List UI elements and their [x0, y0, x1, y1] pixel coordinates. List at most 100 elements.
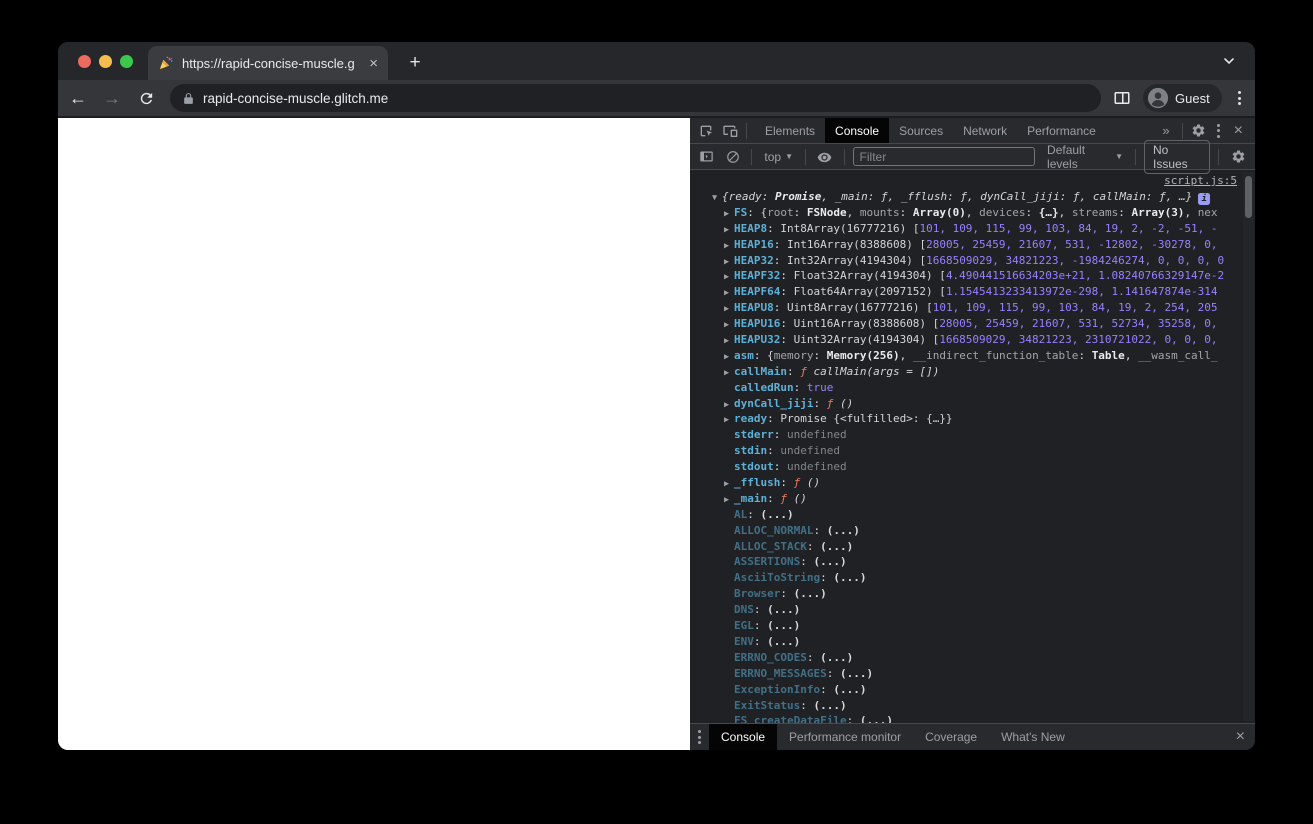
console-text-segment: _fflush — [734, 476, 781, 490]
expand-arrow-icon[interactable]: ▶ — [724, 398, 734, 412]
collapse-arrow-icon[interactable]: ▼ — [712, 191, 722, 205]
console-text-segment[interactable]: (...) — [833, 571, 866, 584]
devtools-tab-performance[interactable]: Performance — [1017, 118, 1106, 143]
console-row[interactable]: ▶ ready: Promise {<fulfilled>: {…}} — [690, 411, 1255, 427]
more-tabs-button[interactable]: » — [1154, 123, 1177, 138]
console-text-segment[interactable]: (...) — [767, 619, 800, 632]
forward-button[interactable]: → — [98, 84, 126, 112]
drawer-menu-icon[interactable] — [690, 730, 709, 744]
expand-arrow-icon[interactable]: ▶ — [724, 318, 734, 332]
console-settings-gear-icon[interactable] — [1227, 146, 1249, 168]
console-text-segment[interactable]: (...) — [813, 699, 846, 712]
expand-arrow-icon[interactable]: ▶ — [724, 207, 734, 221]
console-row[interactable]: ▶ HEAPF64: Float64Array(2097152) [1.15454… — [690, 284, 1255, 300]
close-window-button[interactable] — [78, 55, 91, 68]
console-text-segment[interactable]: (...) — [820, 540, 853, 553]
log-levels-dropdown[interactable]: Default levels ▼ — [1043, 143, 1127, 171]
console-text-segment[interactable]: (...) — [767, 635, 800, 648]
console-text-segment: root — [767, 205, 794, 219]
tab-strip: https://rapid-concise-muscle.g × + — [58, 42, 1255, 80]
clear-console-icon[interactable] — [722, 146, 744, 168]
console-row[interactable]: ▶ FS: {root: FSNode, mounts: Array(0), de… — [690, 205, 1255, 221]
tab-search-chevron-icon[interactable] — [1221, 53, 1237, 69]
console-scrollbar[interactable] — [1243, 172, 1254, 721]
drawer-tab-what-s-new[interactable]: What's New — [989, 724, 1077, 750]
expand-arrow-icon[interactable]: ▶ — [724, 286, 734, 300]
console-text-segment: ready — [734, 412, 768, 426]
drawer-tab-console[interactable]: Console — [709, 724, 778, 750]
devtools-menu-icon[interactable] — [1211, 123, 1226, 138]
devtools-tab-sources[interactable]: Sources — [889, 118, 953, 143]
expand-arrow-icon[interactable]: ▶ — [724, 223, 734, 237]
console-row[interactable]: ▶ HEAPU16: Uint16Array(8388608) [28005, 2… — [690, 316, 1255, 332]
source-location-link[interactable]: script.js:5 — [1164, 174, 1237, 187]
expand-arrow-icon[interactable]: ▶ — [724, 413, 734, 427]
console-row[interactable]: ▶ HEAP8: Int8Array(16777216) [101, 109, 1… — [690, 221, 1255, 237]
address-bar[interactable]: rapid-concise-muscle.glitch.me — [170, 84, 1101, 112]
devtools-settings-gear-icon[interactable] — [1187, 120, 1211, 142]
fullscreen-window-button[interactable] — [120, 55, 133, 68]
console-text-segment[interactable]: (...) — [767, 603, 800, 616]
minimize-window-button[interactable] — [99, 55, 112, 68]
expand-arrow-icon[interactable]: ▶ — [724, 255, 734, 269]
new-tab-button[interactable]: + — [402, 50, 428, 76]
expand-arrow-icon[interactable]: ▶ — [724, 493, 734, 507]
console-row[interactable]: ▶ HEAP32: Int32Array(4194304) [1668509029… — [690, 253, 1255, 269]
console-text-segment[interactable]: (...) — [813, 555, 846, 568]
console-text-segment[interactable]: (...) — [840, 667, 873, 680]
expand-arrow-icon[interactable]: ▶ — [724, 477, 734, 491]
expand-arrow-icon[interactable]: ▶ — [724, 350, 734, 364]
drawer-tab-coverage[interactable]: Coverage — [913, 724, 989, 750]
console-sidebar-icon[interactable] — [696, 146, 718, 168]
console-row[interactable]: ▶ callMain: ƒ callMain(args = []) — [690, 364, 1255, 380]
console-text-segment[interactable]: (...) — [833, 683, 866, 696]
devtools-tab-network[interactable]: Network — [953, 118, 1017, 143]
console-row[interactable]: ▶ HEAPF32: Float32Array(4194304) [4.49044… — [690, 268, 1255, 284]
live-expression-eye-icon[interactable] — [814, 146, 836, 168]
side-panel-icon[interactable] — [1113, 89, 1131, 107]
expand-arrow-icon[interactable]: ▶ — [724, 239, 734, 253]
devtools-close-icon[interactable]: × — [1226, 122, 1251, 140]
expand-arrow-icon[interactable]: ▶ — [724, 302, 734, 316]
no-issues-button[interactable]: No Issues — [1144, 139, 1211, 174]
console-row[interactable]: ▶ asm: {memory: Memory(256), __indirect_f… — [690, 348, 1255, 364]
reload-button[interactable] — [132, 84, 160, 112]
console-text-segment[interactable]: (...) — [761, 508, 794, 521]
console-row[interactable]: ▶ _fflush: ƒ () — [690, 475, 1255, 491]
console-row[interactable]: ▶ _main: ƒ () — [690, 491, 1255, 507]
expand-arrow-icon[interactable]: ▶ — [724, 366, 734, 380]
console-text-segment: ALLOC_STACK — [734, 539, 807, 553]
console-text-segment: _main — [734, 491, 768, 505]
expand-arrow-icon[interactable]: ▶ — [724, 270, 734, 284]
devtools-tab-console[interactable]: Console — [825, 118, 890, 143]
context-selector-dropdown[interactable]: top ▼ — [760, 150, 797, 164]
console-text-segment[interactable]: (...) — [827, 524, 860, 537]
console-row[interactable]: ▼ {ready: Promise, _main: ƒ, _fflush: ƒ, … — [690, 189, 1255, 205]
browser-menu-icon[interactable] — [1234, 91, 1245, 105]
console-filter-input[interactable] — [852, 147, 1036, 166]
back-button[interactable]: ← — [64, 84, 92, 112]
devtools-tab-elements[interactable]: Elements — [755, 118, 825, 143]
lock-icon[interactable] — [182, 92, 195, 105]
console-text-segment: () — [806, 476, 821, 490]
drawer-tab-performance-monitor[interactable]: Performance monitor — [777, 724, 913, 750]
inspect-element-icon[interactable] — [694, 120, 718, 142]
url-text[interactable]: rapid-concise-muscle.glitch.me — [203, 91, 388, 106]
tab-close-icon[interactable]: × — [369, 56, 378, 71]
browser-tab[interactable]: https://rapid-concise-muscle.g × — [148, 46, 388, 80]
device-toolbar-icon[interactable] — [718, 120, 742, 142]
console-row[interactable]: ▶ HEAPU32: Uint32Array(4194304) [16685090… — [690, 332, 1255, 348]
console-row[interactable]: ▶ dynCall_jiji: ƒ () — [690, 396, 1255, 412]
scrollbar-thumb[interactable] — [1245, 176, 1252, 218]
console-text-segment: : — [786, 364, 801, 378]
console-text-segment[interactable]: (...) — [794, 587, 827, 600]
expand-arrow-icon[interactable]: ▶ — [724, 334, 734, 348]
macos-window-controls[interactable] — [78, 55, 133, 68]
console-text-segment: 1668509029, 34821223, -1984246274, 0, 0,… — [926, 253, 1225, 267]
console-row[interactable]: ▶ HEAP16: Int16Array(8388608) [28005, 254… — [690, 237, 1255, 253]
console-text-segment[interactable]: (...) — [820, 651, 853, 664]
profile-button[interactable]: Guest — [1143, 84, 1222, 112]
drawer-close-icon[interactable]: × — [1226, 728, 1255, 746]
console-row[interactable]: ▶ HEAPU8: Uint8Array(16777216) [101, 109,… — [690, 300, 1255, 316]
console-text-segment[interactable]: (...) — [860, 714, 893, 723]
